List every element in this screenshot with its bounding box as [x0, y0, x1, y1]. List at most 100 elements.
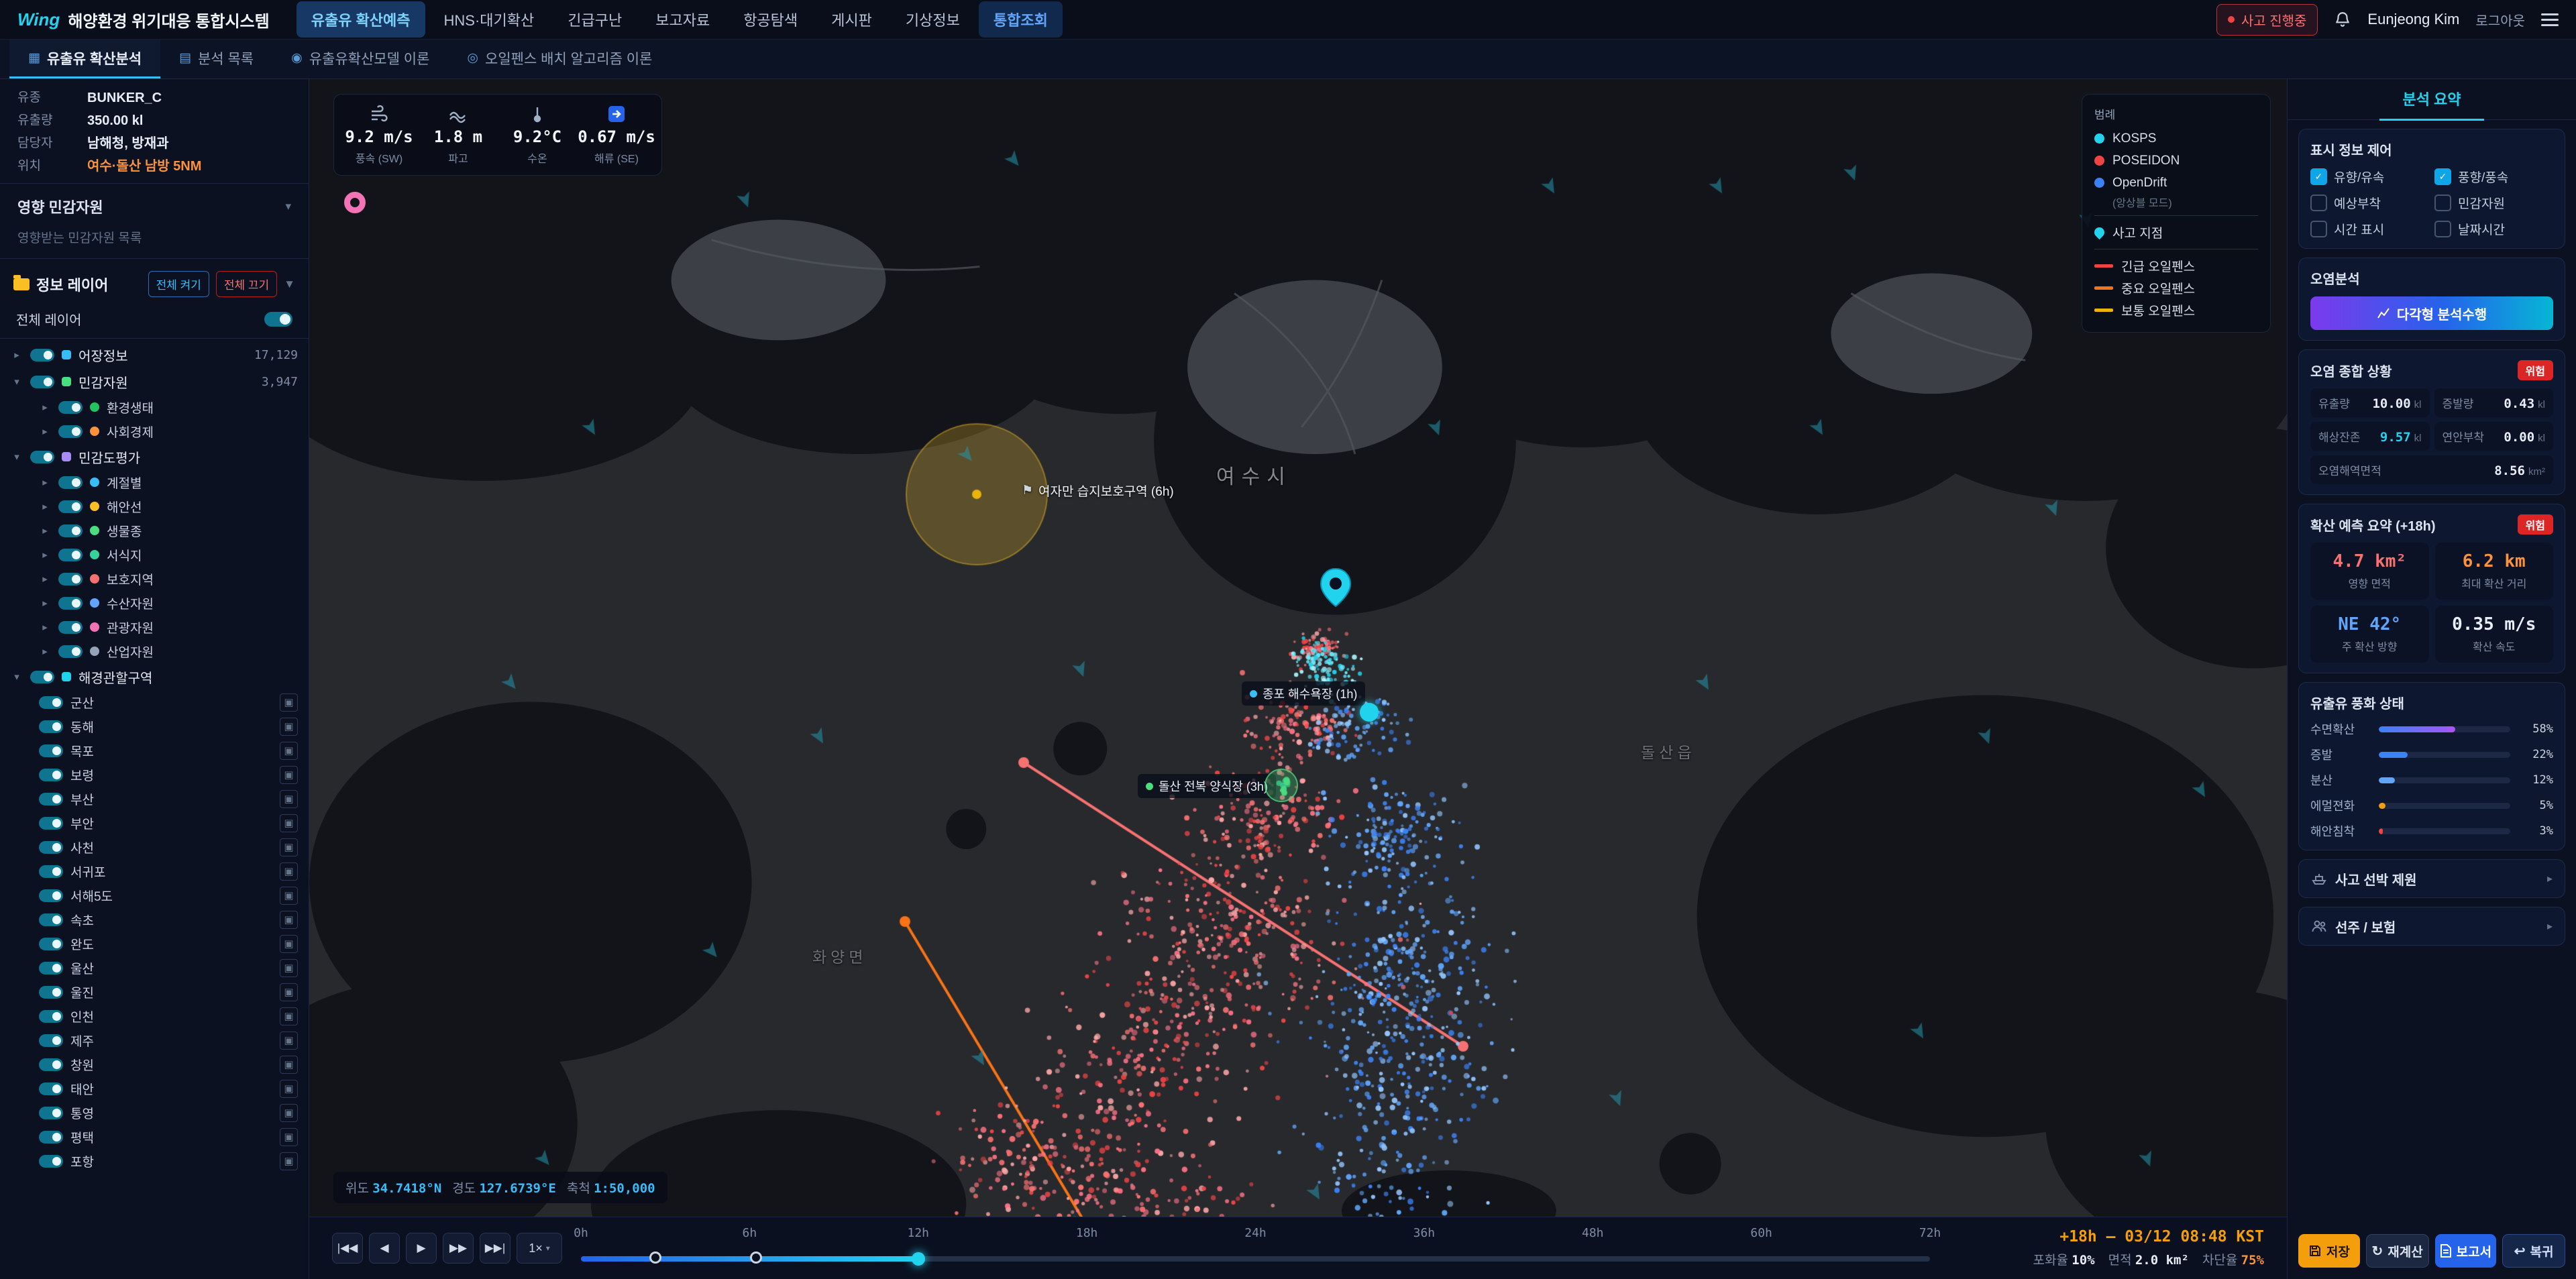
display-option-checkbox[interactable]: ✓풍향/풍속: [2434, 168, 2553, 186]
zoom-to-region-button[interactable]: ▣: [280, 718, 298, 736]
polygon-analysis-button[interactable]: 다각형 분석수행: [2310, 296, 2553, 330]
zoom-to-region-button[interactable]: ▣: [280, 911, 298, 929]
region-toggle[interactable]: [39, 1010, 63, 1023]
region-row[interactable]: 서귀포▣: [0, 859, 309, 883]
zoom-to-region-button[interactable]: ▣: [280, 1032, 298, 1050]
layer-toggle[interactable]: [58, 549, 83, 561]
tab-item[interactable]: ▤분석 목록: [160, 40, 272, 78]
incident-status-badge[interactable]: 사고 진행중: [2216, 4, 2318, 36]
chevron-icon[interactable]: ▸: [39, 425, 51, 437]
layer-child-row[interactable]: ▸산업자원: [0, 639, 309, 663]
region-row[interactable]: 목포▣: [0, 738, 309, 763]
timeline-thumb[interactable]: [912, 1252, 925, 1266]
zoom-to-region-button[interactable]: ▣: [280, 863, 298, 881]
layer-child-row[interactable]: ▸보호지역: [0, 567, 309, 591]
nav-item[interactable]: 긴급구난: [553, 1, 637, 38]
zoom-to-region-button[interactable]: ▣: [280, 838, 298, 856]
layer-toggle[interactable]: [58, 476, 83, 489]
region-row[interactable]: 인천▣: [0, 1004, 309, 1028]
zoom-to-region-button[interactable]: ▣: [280, 935, 298, 953]
region-toggle[interactable]: [39, 889, 63, 902]
layer-child-row[interactable]: ▸환경생태: [0, 395, 309, 419]
farm-marker-label[interactable]: 돌산 전복 양식장 (3h): [1138, 774, 1276, 798]
nav-item[interactable]: 항공탐색: [729, 1, 812, 38]
region-toggle[interactable]: [39, 720, 63, 733]
region-row[interactable]: 창원▣: [0, 1052, 309, 1076]
layer-toggle[interactable]: [58, 573, 83, 586]
bell-icon[interactable]: [2334, 11, 2351, 28]
nav-item[interactable]: 기상정보: [891, 1, 975, 38]
region-row[interactable]: 부산▣: [0, 787, 309, 811]
region-toggle[interactable]: [39, 841, 63, 854]
region-row[interactable]: 사천▣: [0, 835, 309, 859]
region-row[interactable]: 서해5도▣: [0, 883, 309, 907]
region-toggle[interactable]: [39, 1155, 63, 1168]
layer-toggle[interactable]: [58, 621, 83, 634]
logout-button[interactable]: 로그아웃: [2475, 10, 2525, 30]
layer-toggle[interactable]: [30, 671, 54, 683]
skip-start-button[interactable]: |◀◀: [332, 1233, 363, 1264]
zoom-to-region-button[interactable]: ▣: [280, 1056, 298, 1074]
chevron-icon[interactable]: ▸: [39, 476, 51, 488]
zoom-to-region-button[interactable]: ▣: [280, 887, 298, 905]
zoom-to-region-button[interactable]: ▣: [280, 742, 298, 760]
layer-child-row[interactable]: ▸해안선: [0, 494, 309, 518]
layer-toggle[interactable]: [58, 597, 83, 610]
region-toggle[interactable]: [39, 769, 63, 781]
region-toggle[interactable]: [39, 865, 63, 878]
save-button[interactable]: 저장: [2298, 1234, 2360, 1268]
spill-source-icon[interactable]: [344, 192, 366, 213]
layer-toggle[interactable]: [58, 524, 83, 537]
region-toggle[interactable]: [39, 1082, 63, 1095]
region-row[interactable]: 평택▣: [0, 1125, 309, 1149]
layer-toggle[interactable]: [58, 645, 83, 658]
region-toggle[interactable]: [39, 1034, 63, 1047]
zoom-to-region-button[interactable]: ▣: [280, 693, 298, 712]
zoom-to-region-button[interactable]: ▣: [280, 1104, 298, 1122]
return-button[interactable]: ↩복귀: [2502, 1234, 2565, 1268]
filter-icon[interactable]: ▼: [284, 278, 295, 291]
region-row[interactable]: 보령▣: [0, 763, 309, 787]
zoom-to-region-button[interactable]: ▣: [280, 1128, 298, 1146]
step-back-button[interactable]: ◀: [369, 1233, 400, 1264]
collapsed-section[interactable]: 사고 선박 제원▸: [2298, 859, 2565, 898]
display-option-checkbox[interactable]: 날짜시간: [2434, 220, 2553, 238]
tab-active[interactable]: ▦유출유 확산분석: [9, 40, 160, 78]
beach-marker-point[interactable]: [1360, 703, 1379, 722]
zoom-to-region-button[interactable]: ▣: [280, 1080, 298, 1098]
layer-group-row[interactable]: ▾민감자원3,947: [0, 368, 309, 395]
layer-child-row[interactable]: ▸서식지: [0, 543, 309, 567]
all-layers-off-button[interactable]: 전체 끄기: [216, 271, 277, 297]
nav-item[interactable]: HNS·대기확산: [429, 1, 549, 38]
display-option-checkbox[interactable]: 민감자원: [2434, 194, 2553, 212]
tab-item[interactable]: ◎오일펜스 배치 알고리즘 이론: [448, 40, 671, 78]
display-option-checkbox[interactable]: ✓유향/유속: [2310, 168, 2429, 186]
report-button[interactable]: 보고서: [2435, 1234, 2497, 1268]
zoom-to-region-button[interactable]: ▣: [280, 814, 298, 832]
impact-section-header[interactable]: 영향 민감자원 ▾: [17, 196, 291, 217]
user-name[interactable]: Eunjeong Kim: [2367, 11, 2459, 28]
region-row[interactable]: 울진▣: [0, 980, 309, 1004]
chevron-icon[interactable]: ▾: [11, 451, 23, 463]
chevron-icon[interactable]: ▸: [39, 645, 51, 657]
display-option-checkbox[interactable]: 시간 표시: [2310, 220, 2429, 238]
layer-group-row[interactable]: ▾민감도평가: [0, 443, 309, 470]
layer-toggle[interactable]: [30, 376, 54, 388]
farm-marker-point[interactable]: [1265, 769, 1298, 802]
layer-group-row[interactable]: ▾해경관할구역: [0, 663, 309, 690]
region-row[interactable]: 울산▣: [0, 956, 309, 980]
left-sidebar[interactable]: 유종BUNKER_C유출량350.00 kl담당자남해청, 방재과위치여수·돌산…: [0, 79, 309, 1279]
speed-selector[interactable]: 1×▾: [517, 1233, 562, 1264]
region-toggle[interactable]: [39, 744, 63, 757]
hamburger-menu-icon[interactable]: [2541, 13, 2559, 26]
region-row[interactable]: 완도▣: [0, 932, 309, 956]
layer-child-row[interactable]: ▸계절별: [0, 470, 309, 494]
tab-item[interactable]: ◉유출유확산모델 이론: [272, 40, 448, 78]
chevron-icon[interactable]: ▸: [39, 500, 51, 512]
skip-end-button[interactable]: ▶▶|: [480, 1233, 511, 1264]
collapsed-section[interactable]: 선주 / 보험▸: [2298, 907, 2565, 946]
region-toggle[interactable]: [39, 696, 63, 709]
nav-item[interactable]: 게시판: [816, 1, 887, 38]
region-toggle[interactable]: [39, 793, 63, 805]
display-option-checkbox[interactable]: 예상부착: [2310, 194, 2429, 212]
